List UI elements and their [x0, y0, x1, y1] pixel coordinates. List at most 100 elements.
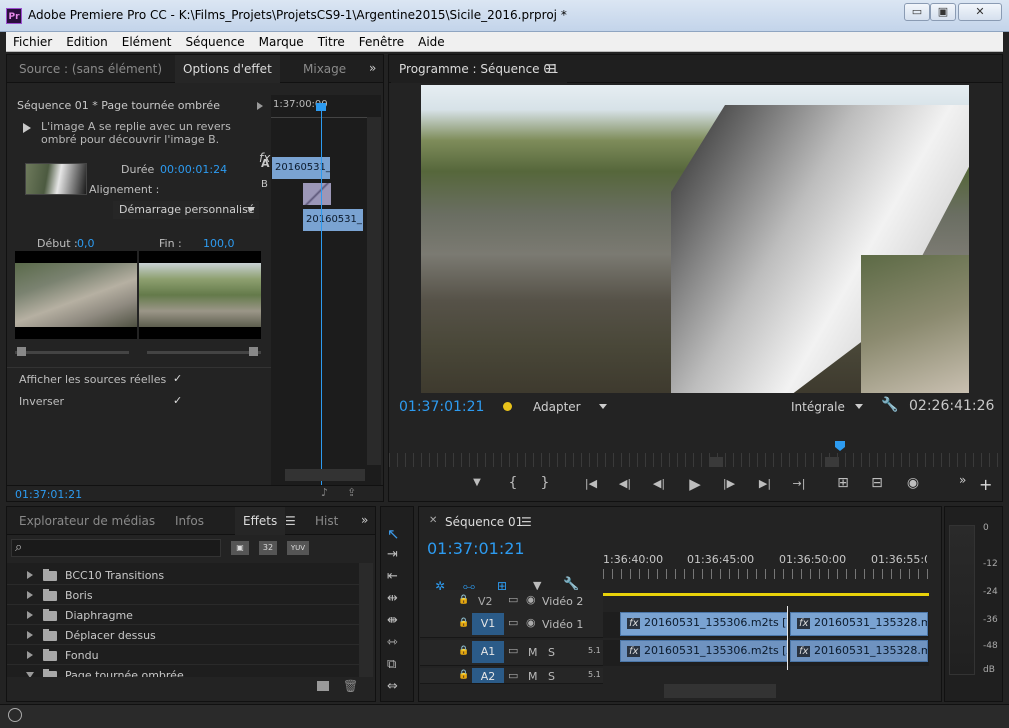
menu-aide[interactable]: Aide	[411, 32, 452, 52]
rate-stretch-tool-icon[interactable]: ⇼	[387, 613, 398, 628]
prev-edit-button[interactable]: ◀|	[615, 477, 635, 490]
lock-icon[interactable]: 🔒	[458, 646, 469, 656]
solo-button[interactable]: S	[548, 670, 555, 683]
program-playhead[interactable]	[835, 441, 845, 451]
collapse-arrow-icon[interactable]	[26, 672, 34, 677]
voiceover-icon[interactable]: 5.1	[588, 670, 601, 679]
sequence-title[interactable]: Séquence 01	[445, 515, 523, 529]
menu-fenetre[interactable]: Fenêtre	[352, 32, 411, 52]
sync-lock-icon[interactable]: ▭	[508, 644, 518, 657]
step-forward-button[interactable]: |▶	[719, 477, 739, 490]
expand-arrow-icon[interactable]	[27, 631, 33, 639]
lock-icon[interactable]: 🔒	[458, 595, 469, 605]
fx-badge[interactable]: fx	[797, 618, 811, 629]
chevron-down-icon[interactable]	[247, 207, 255, 212]
tab-mixage[interactable]: Mixage d	[295, 55, 347, 83]
lock-icon[interactable]: 🔒	[458, 618, 469, 628]
mini-transition[interactable]	[303, 183, 331, 205]
mini-clip-b[interactable]: 20160531_1	[303, 209, 363, 231]
track-select-tool-icon[interactable]: ⇥	[387, 547, 398, 562]
list-item[interactable]: BCC10 Transitions	[7, 565, 359, 585]
menu-sequence[interactable]: Séquence	[178, 32, 251, 52]
fx-badge[interactable]: fx	[627, 646, 641, 657]
menu-edition[interactable]: Edition	[59, 32, 115, 52]
more-tabs-icon[interactable]: »	[361, 513, 368, 527]
ripple-edit-tool-icon[interactable]: ⇤	[387, 569, 398, 584]
start-value[interactable]: 0,0	[77, 237, 95, 250]
add-button-icon[interactable]: +	[979, 477, 992, 493]
work-area-bar[interactable]	[603, 593, 929, 596]
menu-marque[interactable]: Marque	[252, 32, 311, 52]
timeline-playhead[interactable]	[787, 606, 788, 670]
program-ruler[interactable]	[389, 453, 1002, 467]
quality-chevron-icon[interactable]	[855, 404, 863, 409]
sequence-menu-icon[interactable]: ☰	[521, 515, 532, 529]
track-id-a2[interactable]: A2	[472, 668, 504, 683]
end-slider-handle[interactable]	[249, 347, 258, 356]
minimize-button[interactable]: ▭	[904, 3, 930, 21]
tab-media-browser[interactable]: Explorateur de médias	[11, 507, 163, 535]
maximize-button[interactable]: ▣	[930, 3, 956, 21]
go-to-out-button[interactable]: →|	[789, 477, 809, 490]
list-item[interactable]: Déplacer dessus	[7, 625, 359, 645]
mini-playhead[interactable]	[321, 109, 322, 485]
slide-tool-icon[interactable]: ⇔	[387, 679, 398, 694]
effects-search-input[interactable]: ⌕	[11, 539, 221, 557]
accelerated-effects-icon[interactable]: ▣	[231, 541, 249, 555]
timeline-ruler[interactable]	[603, 569, 929, 579]
menu-element[interactable]: Elément	[115, 32, 179, 52]
sync-lock-icon[interactable]: ▭	[508, 616, 518, 629]
step-back-button[interactable]: ◀|	[649, 477, 669, 490]
tab-history[interactable]: Hist	[307, 507, 346, 535]
add-marker-button[interactable]: ▼	[467, 477, 487, 488]
end-slider-track[interactable]	[147, 351, 261, 354]
program-scroll-left[interactable]	[709, 457, 723, 467]
timeline-h-scrollbar[interactable]	[664, 684, 776, 698]
tab-effect-options[interactable]: Options d'effet	[175, 55, 280, 83]
clip-a1-b[interactable]: fx 20160531_135328.m2ts	[790, 640, 928, 662]
lift-button[interactable]: ⊞	[833, 475, 853, 491]
effects-scrollbar[interactable]	[359, 563, 373, 677]
list-item[interactable]: Diaphragme	[7, 605, 359, 625]
list-item[interactable]: Boris	[7, 585, 359, 605]
list-item[interactable]: Fondu	[7, 645, 359, 665]
play-button[interactable]: ▶	[685, 475, 705, 493]
fx-badge[interactable]: fx	[797, 646, 811, 657]
close-button[interactable]: ✕	[958, 3, 1002, 21]
eye-icon[interactable]: ◉	[526, 616, 536, 629]
expand-arrow-icon[interactable]	[27, 651, 33, 659]
more-buttons-icon[interactable]: »	[959, 473, 966, 487]
effect-timecode[interactable]: 01:37:01:21	[15, 488, 82, 501]
reverse-checkbox[interactable]: ✓	[173, 394, 182, 407]
mute-button[interactable]: M	[528, 646, 538, 659]
razor-tool-icon[interactable]: ⇿	[387, 635, 398, 650]
program-scroll-right[interactable]	[825, 457, 839, 467]
close-sequence-icon[interactable]: ✕	[429, 515, 437, 526]
start-slider-track[interactable]	[15, 351, 129, 354]
list-item[interactable]: Page tournée ombrée	[7, 665, 359, 677]
mark-out-button[interactable]: }	[535, 475, 555, 491]
tab-source[interactable]: Source : (sans élément)	[11, 55, 170, 83]
expand-arrow-icon[interactable]	[27, 571, 33, 579]
menu-titre[interactable]: Titre	[311, 32, 352, 52]
creative-cloud-icon[interactable]	[8, 708, 22, 722]
more-tabs-icon[interactable]: »	[369, 61, 376, 75]
audio-playback-icon[interactable]: ♪	[321, 486, 328, 499]
solo-button[interactable]: S	[548, 646, 555, 659]
selection-tool-icon[interactable]: ↖	[387, 525, 400, 543]
mini-scrollbar[interactable]	[367, 117, 381, 465]
sync-lock-icon[interactable]: ▭	[508, 593, 518, 606]
clip-a1-a[interactable]: fx 20160531_135306.m2ts [A]	[620, 640, 788, 662]
voiceover-icon[interactable]: 5.1	[588, 646, 601, 655]
mute-button[interactable]: M	[528, 670, 538, 683]
menu-fichier[interactable]: Fichier	[6, 32, 59, 52]
track-id-v1[interactable]: V1	[472, 613, 504, 635]
alignment-dropdown[interactable]: Démarrage personnalisé	[113, 201, 259, 219]
tab-effects[interactable]: Effets	[235, 507, 286, 535]
expand-arrow-icon[interactable]	[27, 591, 33, 599]
fx-badge[interactable]: fx	[627, 618, 641, 629]
go-to-in-button[interactable]: |◀	[581, 477, 601, 490]
32bit-effects-icon[interactable]: 32	[259, 541, 277, 555]
slip-tool-icon[interactable]: ⧉	[387, 657, 396, 672]
start-slider-handle[interactable]	[17, 347, 26, 356]
